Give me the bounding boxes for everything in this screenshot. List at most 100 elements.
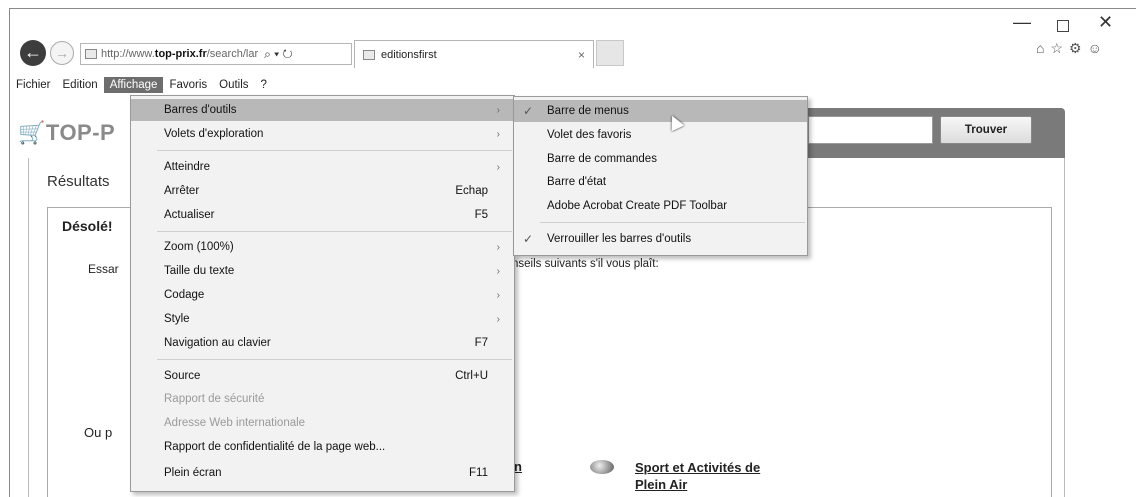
menu-item-label: Atteindre xyxy=(164,161,211,173)
menu-affichage[interactable]: Affichage xyxy=(103,77,164,93)
category-link-sport[interactable]: Sport et Activités de Plein Air xyxy=(635,459,760,493)
browser-toolbar-icons: ⌂ ☆ ⚙ ☺ xyxy=(1036,40,1102,57)
submenu-item-label: Barre de commandes xyxy=(547,153,657,165)
menu-item-label: Rapport de confidentialité de la page we… xyxy=(164,441,386,453)
tab-editionsfirst[interactable]: editionsfirst × xyxy=(354,40,594,68)
submenu-item-label: Barre d'état xyxy=(547,176,607,188)
tab-close-icon[interactable]: × xyxy=(578,48,585,62)
category-link-fragment[interactable]: n xyxy=(514,459,522,474)
menu-item-label: Zoom (100%) xyxy=(164,241,234,253)
submenu-arrow-icon: › xyxy=(496,104,500,116)
maximize-button[interactable] xyxy=(1057,20,1069,32)
menu-item-label: Source xyxy=(164,370,201,382)
submenu-item-label: Volet des favoris xyxy=(547,129,632,141)
submenu-item-adobe-pdf[interactable]: Adobe Acrobat Create PDF Toolbar xyxy=(514,195,807,217)
menu-item-adresse-web: Adresse Web internationale xyxy=(131,412,514,434)
page-icon xyxy=(85,49,97,59)
url-prefix: http://www. xyxy=(101,48,155,60)
submenu-arrow-icon: › xyxy=(496,289,500,301)
menu-item-rapport-confidentialite[interactable]: Rapport de confidentialité de la page we… xyxy=(131,436,514,458)
menu-help[interactable]: ? xyxy=(255,77,273,93)
menubar: Fichier Edition Affichage Favoris Outils… xyxy=(10,75,273,95)
menu-item-plein-ecran[interactable]: Plein écran F11 xyxy=(131,462,514,484)
menu-item-label: Arrêter xyxy=(164,185,200,197)
or-text: Ou p xyxy=(84,425,113,440)
close-button[interactable]: ✕ xyxy=(1098,12,1113,33)
sorry-title: Désolé! xyxy=(62,218,113,234)
address-bar[interactable]: http://www. top-prix.fr/search/lar ⌕ ▾ ↻ xyxy=(80,43,352,65)
forward-arrow-icon: → xyxy=(55,45,69,61)
site-search-input[interactable] xyxy=(808,116,933,144)
submenu-item-label: Verrouiller les barres d'outils xyxy=(547,233,692,245)
submenu-arrow-icon: › xyxy=(496,128,500,140)
forward-button[interactable]: → xyxy=(50,41,74,65)
smiley-icon[interactable]: ☺ xyxy=(1088,40,1102,57)
menu-item-codage[interactable]: Codage › xyxy=(131,284,514,306)
submenu-arrow-icon: › xyxy=(496,161,500,173)
menu-item-label: Volets d'exploration xyxy=(164,128,264,140)
menu-separator xyxy=(157,359,512,360)
menu-separator xyxy=(157,231,512,232)
submenu-arrow-icon: › xyxy=(496,265,500,277)
address-tools[interactable]: ⌕ ▾ ↻ xyxy=(264,47,293,62)
tab-page-icon xyxy=(363,49,375,60)
search-button[interactable]: Trouver xyxy=(940,116,1032,144)
back-arrow-icon: ← xyxy=(24,42,42,62)
affichage-menu: Barres d'outils › Volets d'exploration ›… xyxy=(130,95,515,492)
submenu-item-volet-favoris[interactable]: Volet des favoris xyxy=(514,124,807,146)
menu-fichier[interactable]: Fichier xyxy=(10,77,57,93)
menu-shortcut: F11 xyxy=(469,467,488,479)
gear-icon[interactable]: ⚙ xyxy=(1069,40,1082,57)
site-logo[interactable]: 🛒TOP-P xyxy=(18,120,115,146)
check-icon: ✓ xyxy=(523,232,534,246)
back-button[interactable]: ← xyxy=(20,40,46,66)
submenu-item-label: Barre de menus xyxy=(547,105,629,117)
results-title: Résultats xyxy=(47,173,110,190)
toolbars-submenu: ✓ Barre de menus Volet des favoris Barre… xyxy=(513,96,808,256)
menu-item-volets[interactable]: Volets d'exploration › xyxy=(131,123,514,145)
menu-item-label: Navigation au clavier xyxy=(164,337,271,349)
menu-item-zoom[interactable]: Zoom (100%) › xyxy=(131,236,514,258)
new-tab-button[interactable] xyxy=(596,40,624,66)
menu-item-label: Style xyxy=(164,313,190,325)
menu-item-style[interactable]: Style › xyxy=(131,308,514,330)
submenu-item-barre-menus[interactable]: ✓ Barre de menus xyxy=(514,100,807,122)
menu-shortcut: Echap xyxy=(455,185,488,197)
home-icon[interactable]: ⌂ xyxy=(1036,40,1044,57)
menu-item-label: Taille du texte xyxy=(164,265,235,277)
menu-item-label: Rapport de sécurité xyxy=(164,393,265,405)
menu-item-arreter[interactable]: Arrêter Echap xyxy=(131,180,514,202)
menu-item-navigation-clavier[interactable]: Navigation au clavier F7 xyxy=(131,332,514,354)
submenu-item-barre-commandes[interactable]: Barre de commandes xyxy=(514,148,807,170)
minimize-button[interactable]: — xyxy=(1013,12,1031,33)
menu-edition[interactable]: Edition xyxy=(57,77,104,93)
menu-item-barres-outils[interactable]: Barres d'outils › xyxy=(131,99,514,121)
menu-item-label: Plein écran xyxy=(164,467,222,479)
category-line-2: Plein Air xyxy=(635,477,688,492)
menu-item-taille-texte[interactable]: Taille du texte › xyxy=(131,260,514,282)
essay-text: Essar xyxy=(88,262,119,276)
star-icon[interactable]: ☆ xyxy=(1050,40,1063,57)
menu-item-atteindre[interactable]: Atteindre › xyxy=(131,156,514,178)
menu-item-label: Barres d'outils xyxy=(164,104,237,116)
url-domain: top-prix.fr xyxy=(154,48,207,60)
submenu-item-barre-etat[interactable]: Barre d'état xyxy=(514,171,807,193)
sport-ball-icon xyxy=(590,460,614,474)
check-icon: ✓ xyxy=(523,104,534,118)
submenu-separator xyxy=(540,222,805,223)
cart-icon: 🛒 xyxy=(18,120,46,145)
menu-item-rapport-securite: Rapport de sécurité xyxy=(131,388,514,410)
submenu-item-verrouiller[interactable]: ✓ Verrouiller les barres d'outils xyxy=(514,228,807,250)
menu-outils[interactable]: Outils xyxy=(213,77,254,93)
menu-favoris[interactable]: Favoris xyxy=(163,77,213,93)
tab-title: editionsfirst xyxy=(381,48,437,61)
menu-item-actualiser[interactable]: Actualiser F5 xyxy=(131,204,514,226)
site-logo-text: TOP-P xyxy=(45,120,116,145)
category-line-1: Sport et Activités de xyxy=(635,460,761,475)
menu-item-source[interactable]: Source Ctrl+U xyxy=(131,365,514,387)
menu-shortcut: F5 xyxy=(474,209,488,221)
submenu-arrow-icon: › xyxy=(496,241,500,253)
menu-item-label: Codage xyxy=(164,289,205,301)
menu-shortcut: F7 xyxy=(474,337,488,349)
menu-shortcut: Ctrl+U xyxy=(455,370,488,382)
